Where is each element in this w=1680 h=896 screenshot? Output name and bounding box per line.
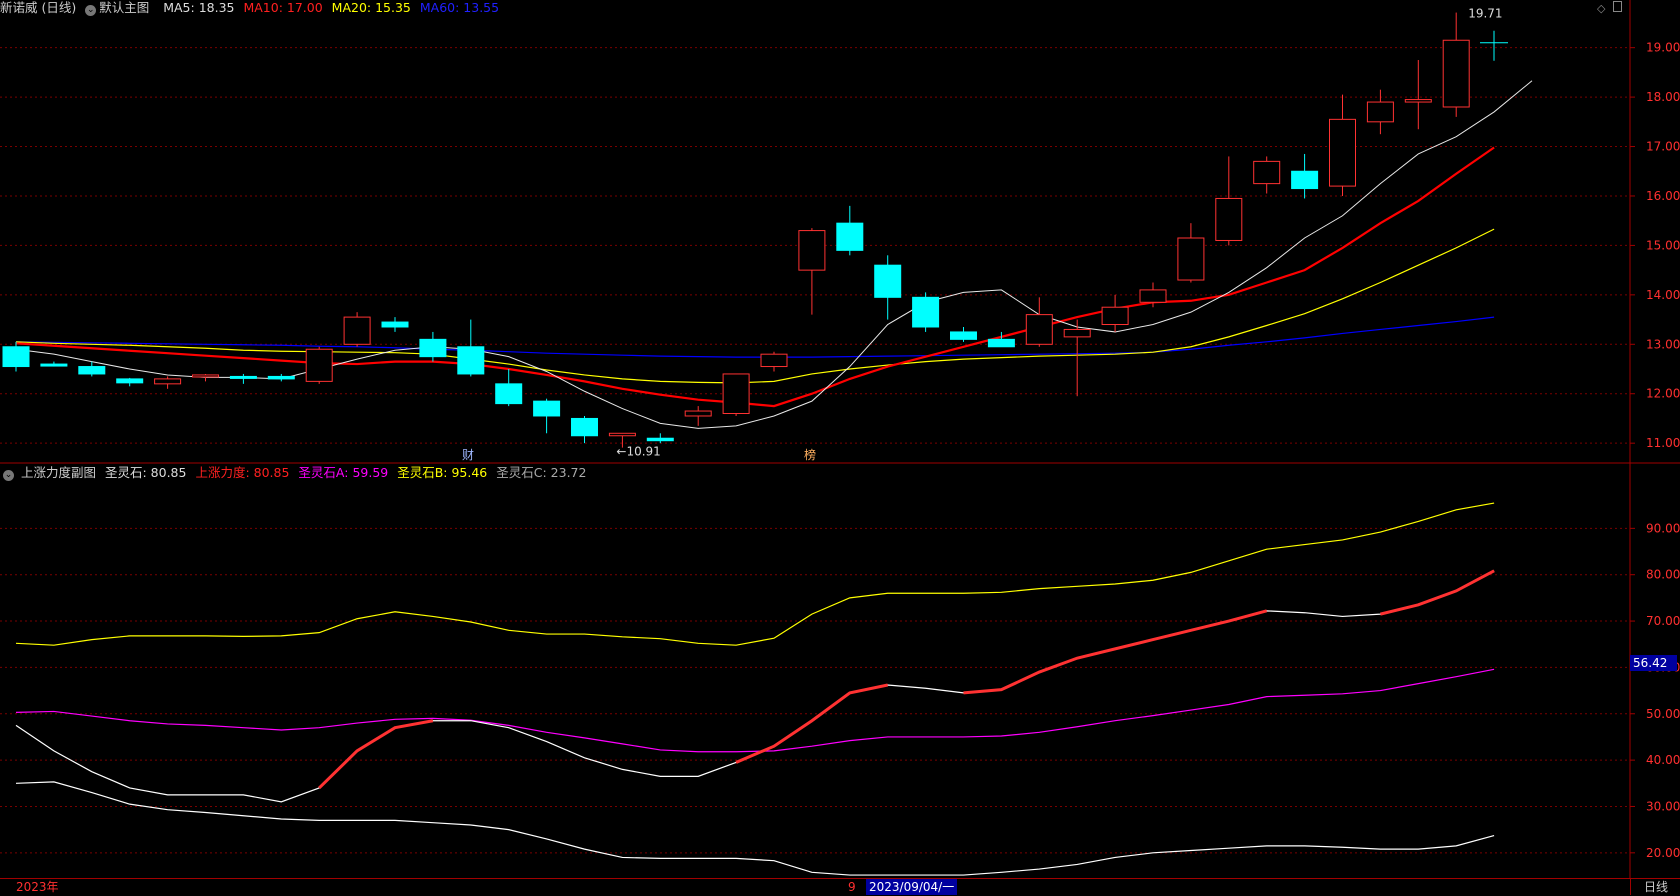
y-tick-label: 30.00 xyxy=(1646,799,1680,813)
c-label: 圣灵石C: 23.72 xyxy=(496,465,587,480)
a-label: 圣灵石A: 59.59 xyxy=(298,465,389,480)
ma60-label: MA60: 13.55 xyxy=(419,0,500,15)
series-line xyxy=(15,668,1495,753)
y-tick-label: 20.00 xyxy=(1646,846,1680,860)
y-tick-label: 80.00 xyxy=(1646,568,1680,582)
period-button[interactable]: 日线 xyxy=(1630,879,1680,895)
diamond-icon[interactable]: ◇ xyxy=(1597,2,1605,15)
candle-body xyxy=(2,346,30,368)
candle-body xyxy=(1253,160,1281,185)
candle-body xyxy=(1063,328,1091,338)
candle-body xyxy=(495,383,523,405)
series-line xyxy=(15,502,1495,646)
candle-body xyxy=(533,400,561,417)
high-label: 19.71 xyxy=(1468,7,1502,21)
candle-body xyxy=(1366,101,1394,123)
y-tick-label: 13.00 xyxy=(1646,337,1680,351)
sls-label: 圣灵石: 80.85 xyxy=(104,465,187,480)
y-tick-label: 70.00 xyxy=(1646,614,1680,628)
year-label: 2023年 xyxy=(16,880,59,894)
candle-body xyxy=(1215,197,1243,241)
candle-body xyxy=(1101,306,1129,326)
sls-line xyxy=(15,570,1495,803)
footer-marker: 9 xyxy=(848,880,856,894)
candle-body xyxy=(116,378,144,384)
sub-title[interactable]: 上涨力度副图 xyxy=(21,465,96,480)
y-tick-label: 12.00 xyxy=(1646,387,1680,401)
cursor-date: 2023/09/04/一 xyxy=(866,879,958,895)
event-marker-cai: 财 xyxy=(462,448,474,462)
y-tick-label: 16.00 xyxy=(1646,189,1680,203)
candle-body xyxy=(798,230,826,271)
candle-body xyxy=(78,366,106,375)
candle-body xyxy=(419,338,447,358)
sub-header: ⌄ 上涨力度副图 圣灵石: 80.85 上涨力度: 80.85 圣灵石A: 59… xyxy=(0,465,591,481)
candle-body xyxy=(305,348,333,382)
candle-body xyxy=(267,375,295,380)
y-tick-label: 11.00 xyxy=(1646,436,1680,450)
stock-title[interactable]: 新诺威 (日线) xyxy=(0,0,76,15)
szld-label: 上涨力度: 80.85 xyxy=(195,465,290,480)
candle-body xyxy=(1442,39,1470,108)
cursor-value-box: 56.42 xyxy=(1630,655,1677,671)
candle-body xyxy=(836,222,864,251)
series-line xyxy=(15,781,1495,876)
candle-body xyxy=(154,378,182,385)
candle-body xyxy=(874,264,902,298)
restore-icon[interactable] xyxy=(1612,1,1622,12)
event-marker-bang: 榜 xyxy=(804,447,816,462)
ma10-label: MA10: 17.00 xyxy=(243,0,323,15)
ma10-line xyxy=(15,146,1495,408)
y-tick-label: 50.00 xyxy=(1646,707,1680,721)
candle-body xyxy=(1329,118,1356,187)
candle-body xyxy=(40,363,68,367)
candle-body xyxy=(684,410,712,417)
candle-body xyxy=(229,375,257,379)
y-tick-label: 15.00 xyxy=(1646,238,1680,252)
ma20-line xyxy=(15,228,1495,384)
candle-body xyxy=(987,338,1015,348)
y-tick-label: 40.00 xyxy=(1646,753,1680,767)
chevron-down-icon: ⌄ xyxy=(85,5,97,16)
low-label: ←10.91 xyxy=(616,445,660,459)
candle-body xyxy=(1404,99,1432,103)
ma5-label: MA5: 18.35 xyxy=(163,0,235,15)
chart-window: 11.00 12.00 13.00 14.00 15.00 16.00 17.00 18.00… xyxy=(0,0,1680,896)
candle-body xyxy=(571,417,598,437)
candle-body xyxy=(343,316,371,345)
candle-body xyxy=(950,331,977,340)
candle-body xyxy=(381,321,409,328)
chart-canvas[interactable]: 11.00 12.00 13.00 14.00 15.00 16.00 17.00 18.00… xyxy=(0,0,1680,895)
candle-body xyxy=(1139,289,1167,303)
template-dropdown[interactable]: ⌄ 默认主图 xyxy=(85,0,154,16)
ma20-label: MA20: 15.35 xyxy=(331,0,411,15)
candle-body xyxy=(1291,170,1319,190)
candle-body xyxy=(608,432,636,437)
chevron-down-icon[interactable]: ⌄ xyxy=(3,470,14,481)
candle-body xyxy=(1177,237,1205,281)
candle-body xyxy=(760,353,788,368)
y-tick-label: 17.00 xyxy=(1646,140,1680,154)
window-controls: ◇ xyxy=(1597,1,1622,15)
b-label: 圣灵石B: 95.46 xyxy=(397,465,488,480)
footer-bar xyxy=(0,878,1680,896)
main-header: 新诺威 (日线) ⌄ 默认主图 MA5: 18.35 MA10: 17.00 MA… xyxy=(0,0,504,16)
y-tick-label: 14.00 xyxy=(1646,288,1680,302)
candle-body xyxy=(912,296,940,328)
y-tick-label: 18.00 xyxy=(1646,90,1680,104)
szld-highlight xyxy=(1380,569,1495,616)
y-tick-label: 90.00 xyxy=(1646,521,1680,535)
candle-body xyxy=(722,373,750,415)
candle-body xyxy=(1025,314,1053,345)
szld-highlight xyxy=(963,609,1268,695)
szld-highlight xyxy=(318,719,434,790)
candle-body xyxy=(457,346,485,375)
candle-body xyxy=(646,437,674,442)
candle-body xyxy=(192,374,219,378)
y-tick-label: 19.00 xyxy=(1646,41,1680,55)
